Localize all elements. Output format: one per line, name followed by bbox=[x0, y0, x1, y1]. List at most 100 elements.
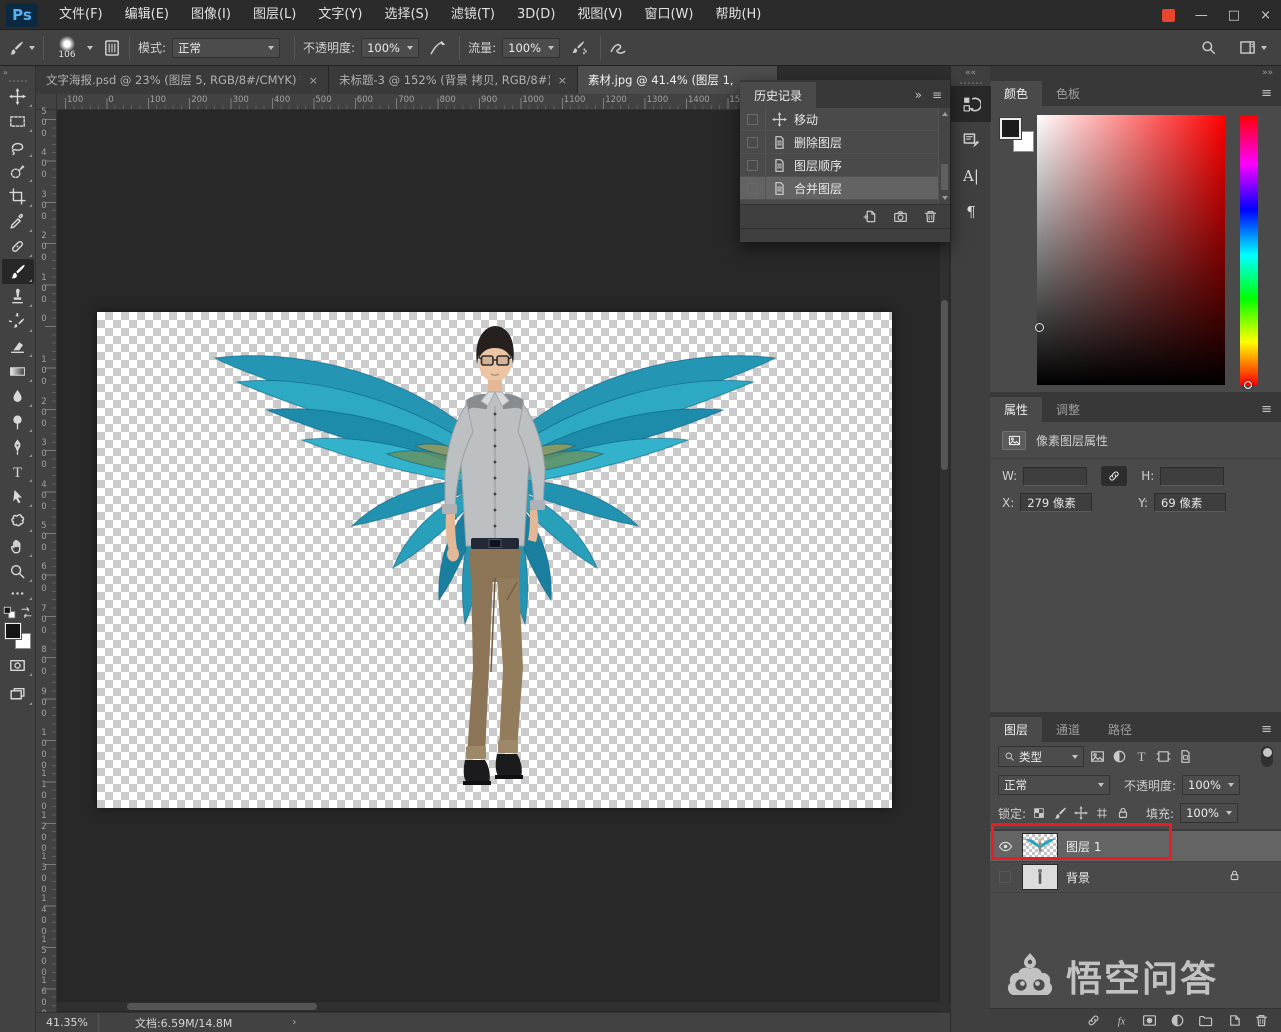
close-icon[interactable]: × bbox=[558, 74, 567, 87]
hand-tool[interactable] bbox=[2, 534, 34, 559]
brush-preset-picker[interactable]: 106 bbox=[52, 36, 93, 60]
paragraph-panel-button[interactable]: ¶ bbox=[951, 194, 991, 230]
layers-panel-tab[interactable]: 路径 bbox=[1094, 717, 1146, 742]
menu-item[interactable]: 图像(I) bbox=[180, 0, 242, 30]
close-icon[interactable]: × bbox=[309, 74, 318, 87]
gradient-tool[interactable] bbox=[2, 359, 34, 384]
dodge-tool[interactable] bbox=[2, 409, 34, 434]
scroll-up-icon[interactable] bbox=[942, 112, 948, 116]
lasso-tool[interactable] bbox=[2, 134, 34, 159]
history-panel-button[interactable] bbox=[951, 86, 991, 122]
menu-item[interactable]: 窗口(W) bbox=[633, 0, 704, 30]
adjust-icon[interactable] bbox=[1170, 1013, 1185, 1028]
canvas-viewport[interactable] bbox=[57, 110, 950, 1012]
menu-item[interactable]: 滤镜(T) bbox=[440, 0, 506, 30]
foreground-color-swatch[interactable] bbox=[5, 623, 21, 639]
newdoc-icon[interactable] bbox=[863, 209, 878, 224]
minimize-button[interactable]: — bbox=[1195, 9, 1208, 22]
layer-filter-toggle[interactable] bbox=[1261, 746, 1273, 767]
color-cursor[interactable] bbox=[1035, 323, 1044, 332]
color-swatch-pair[interactable] bbox=[1000, 118, 1042, 160]
history-step[interactable]: 删除图层 bbox=[740, 131, 950, 154]
history-source-checkbox[interactable] bbox=[740, 131, 766, 153]
layer-opacity-select[interactable]: 100% bbox=[1182, 775, 1240, 795]
foreground-background-swatches[interactable] bbox=[5, 623, 31, 649]
tool-preset-picker[interactable] bbox=[8, 40, 35, 56]
brush-tool[interactable] bbox=[2, 259, 34, 284]
history-brush-tool[interactable] bbox=[2, 309, 34, 334]
healing-brush-tool[interactable] bbox=[2, 234, 34, 259]
x-field[interactable]: 279 像素 bbox=[1020, 493, 1092, 512]
eraser-tool[interactable] bbox=[2, 334, 34, 359]
height-field[interactable] bbox=[1160, 467, 1224, 486]
clone-stamp-tool[interactable] bbox=[2, 284, 34, 309]
foreground-color-swatch[interactable] bbox=[1000, 118, 1021, 139]
pen-tool[interactable] bbox=[2, 434, 34, 459]
flow-select[interactable]: 100% bbox=[502, 38, 560, 58]
maximize-button[interactable]: □ bbox=[1228, 9, 1240, 22]
horizontal-scrollbar[interactable] bbox=[57, 1002, 950, 1011]
smoothing-icon[interactable] bbox=[609, 39, 627, 57]
type-filter-icon[interactable]: T bbox=[1134, 749, 1149, 764]
history-step[interactable]: 图层顺序 bbox=[740, 154, 950, 177]
link-dimensions-button[interactable] bbox=[1101, 466, 1127, 486]
layer-fill-select[interactable]: 100% bbox=[1180, 803, 1238, 823]
y-field[interactable]: 69 像素 bbox=[1154, 493, 1226, 512]
hue-cursor[interactable] bbox=[1244, 381, 1252, 389]
menu-item[interactable]: 视图(V) bbox=[566, 0, 633, 30]
menu-item[interactable]: 图层(L) bbox=[242, 0, 307, 30]
layer-row[interactable]: 背景 bbox=[990, 862, 1281, 893]
history-step[interactable]: 合并图层 bbox=[740, 177, 950, 200]
search-icon[interactable] bbox=[1200, 39, 1217, 56]
airbrush-icon[interactable] bbox=[570, 39, 588, 57]
image-filter-icon[interactable] bbox=[1090, 749, 1105, 764]
adjust-filter-icon[interactable] bbox=[1112, 749, 1127, 764]
layer-thumbnail[interactable] bbox=[1022, 864, 1058, 890]
opacity-select[interactable]: 100% bbox=[361, 38, 419, 58]
panel-menu-icon[interactable]: ≡ bbox=[1252, 86, 1281, 106]
eyedropper-tool[interactable] bbox=[2, 209, 34, 234]
crop-tool[interactable] bbox=[2, 184, 34, 209]
zoom-tool[interactable] bbox=[2, 559, 34, 584]
history-step[interactable]: 移动 bbox=[740, 108, 950, 131]
blur-tool[interactable] bbox=[2, 384, 34, 409]
camera-icon[interactable] bbox=[893, 209, 908, 224]
menu-item[interactable]: 文字(Y) bbox=[307, 0, 373, 30]
menu-item[interactable]: 编辑(E) bbox=[114, 0, 180, 30]
marquee-tool[interactable] bbox=[2, 109, 34, 134]
expand-dock-button[interactable]: »» bbox=[990, 66, 1281, 80]
history-source-checkbox[interactable] bbox=[740, 154, 766, 176]
blend-mode-select[interactable]: 正常 bbox=[172, 38, 280, 58]
workspace-switcher[interactable] bbox=[1239, 39, 1267, 56]
quick-select-tool[interactable] bbox=[2, 159, 34, 184]
document-tab[interactable]: 未标题-3 @ 152% (背景 拷贝, RGB/8#) *× bbox=[329, 66, 578, 94]
edit-toolbar-button[interactable] bbox=[2, 584, 34, 602]
type-tool[interactable]: T bbox=[2, 459, 34, 484]
properties-panel-tab[interactable]: 属性 bbox=[990, 397, 1042, 422]
shape-tool[interactable] bbox=[2, 509, 34, 534]
collapse-dock-button[interactable]: «« bbox=[951, 66, 990, 80]
menu-item[interactable]: 帮助(H) bbox=[704, 0, 772, 30]
menu-item[interactable]: 3D(D) bbox=[506, 0, 566, 30]
width-field[interactable] bbox=[1023, 467, 1087, 486]
document-tab[interactable]: 文字海报.psd @ 23% (图层 5, RGB/8#/CMYK) *× bbox=[36, 66, 329, 94]
layers-panel-tab[interactable]: 通道 bbox=[1042, 717, 1094, 742]
panel-menu-icon[interactable]: ≡ bbox=[1252, 722, 1281, 742]
layer-blend-mode-select[interactable]: 正常 bbox=[998, 775, 1110, 795]
lock-checker-icon[interactable] bbox=[1032, 806, 1046, 820]
screen-mode-button[interactable] bbox=[2, 682, 34, 707]
toolbar-expand-button[interactable]: » bbox=[0, 66, 35, 77]
hue-slider[interactable] bbox=[1240, 115, 1258, 385]
move-tool[interactable] bbox=[2, 84, 34, 109]
layers-panel-tab[interactable]: 图层 bbox=[990, 717, 1042, 742]
toggle-brush-panel-button[interactable] bbox=[103, 39, 121, 57]
zoom-level-field[interactable]: 41.35% bbox=[36, 1013, 99, 1032]
newlayer-icon[interactable] bbox=[1226, 1013, 1241, 1028]
properties-panel-tab[interactable]: 调整 bbox=[1042, 397, 1094, 422]
close-button[interactable]: × bbox=[1260, 9, 1271, 22]
notes-panel-button[interactable] bbox=[951, 122, 991, 158]
saturation-brightness-field[interactable] bbox=[1037, 115, 1225, 385]
frame-filter-icon[interactable] bbox=[1156, 749, 1171, 764]
status-options-arrow[interactable]: › bbox=[292, 1017, 296, 1028]
layer-visibility-toggle[interactable] bbox=[996, 871, 1014, 883]
